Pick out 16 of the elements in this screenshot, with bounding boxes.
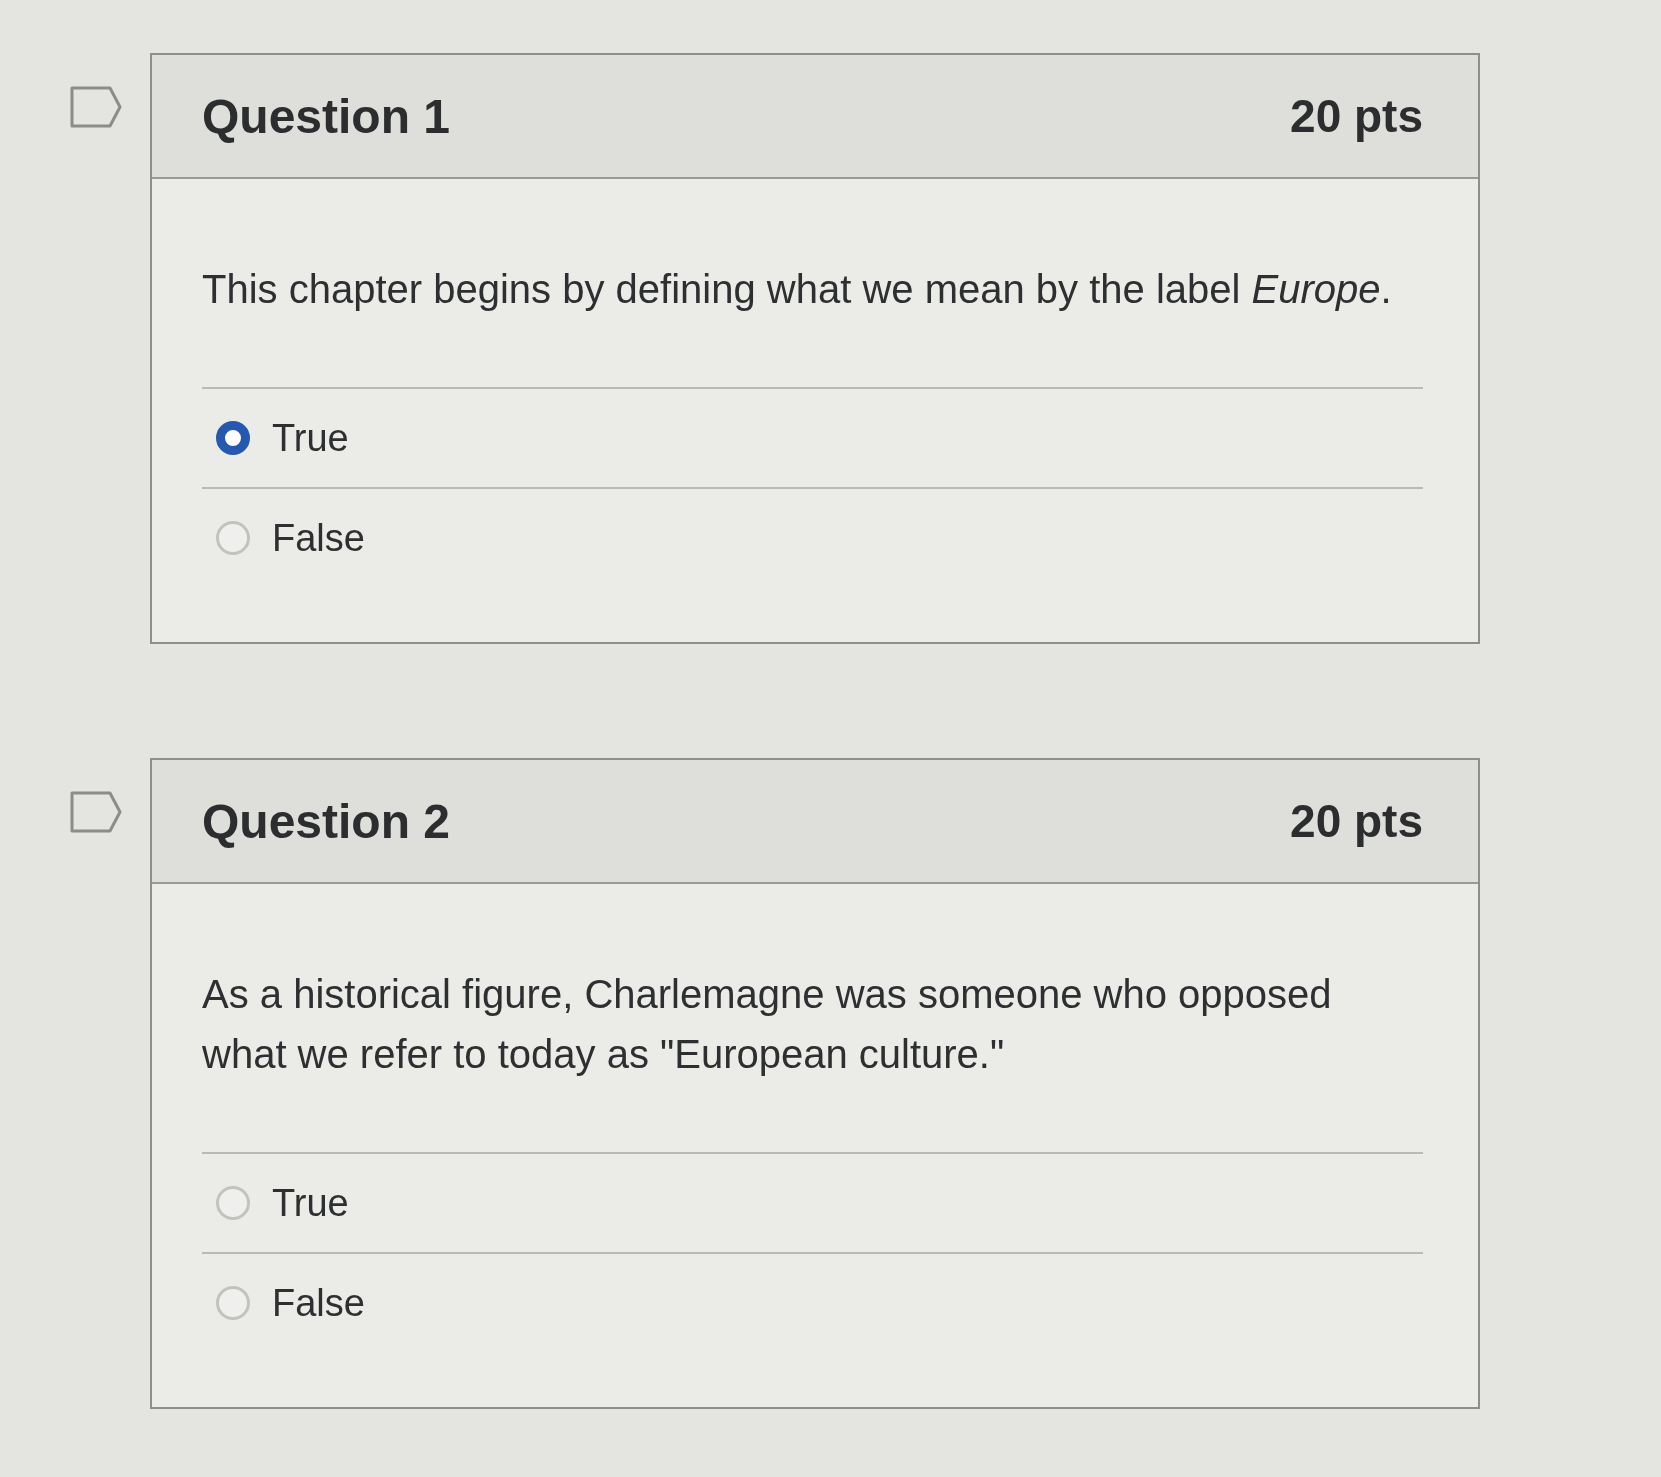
option-label[interactable]: True — [272, 416, 349, 460]
tag-icon[interactable] — [70, 86, 122, 128]
option-label[interactable]: False — [272, 1281, 365, 1325]
points-label: 20 pts — [1290, 794, 1423, 848]
radio-button[interactable] — [216, 521, 250, 555]
question-title: Question 2 — [202, 793, 451, 849]
radio-button[interactable] — [216, 1186, 250, 1220]
option-label[interactable]: False — [272, 516, 365, 560]
option-label[interactable]: True — [272, 1181, 349, 1225]
radio-button[interactable] — [216, 421, 250, 455]
question-title: Question 1 — [202, 88, 451, 144]
question-text: This chapter begins by defining what we mean by the label Europe. — [202, 266, 1393, 313]
radio-button[interactable] — [216, 1286, 250, 1320]
points-label: 20 pts — [1290, 89, 1423, 143]
tag-icon[interactable] — [70, 791, 122, 833]
question-text: As a historical figure, Charlemagne was someone who opposed what we refer to today as "European culture." — [202, 971, 1333, 1078]
